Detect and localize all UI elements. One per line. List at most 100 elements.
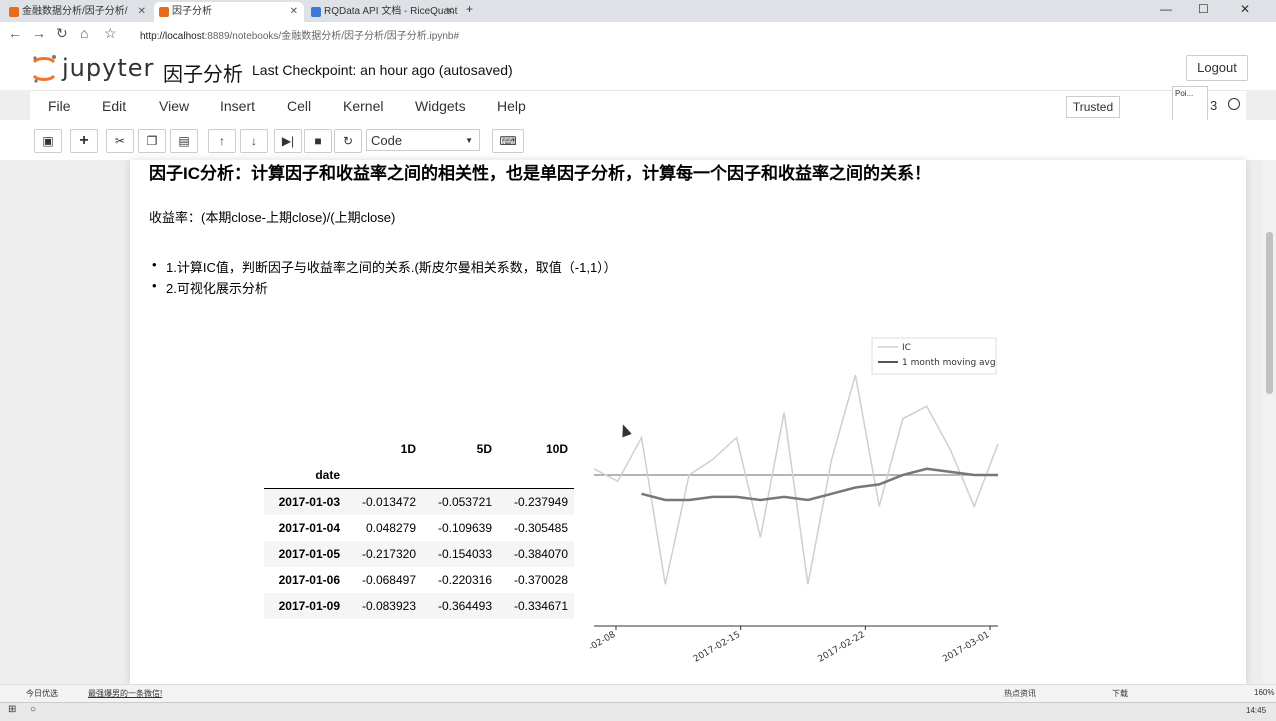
row-date: 2017-01-09: [278, 599, 340, 613]
empty-header: [422, 462, 498, 489]
minimize-button[interactable]: —: [1160, 2, 1172, 16]
cell-10d: -0.384070: [513, 547, 568, 561]
zoom-level[interactable]: 160%: [1254, 688, 1274, 697]
cell-5d: -0.364493: [437, 599, 492, 613]
run-icon[interactable]: ▶|: [274, 129, 302, 153]
windows-start-icon[interactable]: ⊞: [8, 704, 16, 715]
index-name: date: [264, 462, 346, 489]
empty-header: [346, 462, 422, 489]
table-row: 2017-01-09 -0.083923 -0.364493 -0.334671: [264, 593, 574, 619]
move-down-icon[interactable]: ↓: [240, 129, 268, 153]
menu-kernel[interactable]: Kernel: [343, 98, 383, 114]
table-row: 2017-01-06 -0.068497 -0.220316 -0.370028: [264, 567, 574, 593]
trusted-indicator[interactable]: Trusted: [1066, 96, 1120, 118]
cell-10d: -0.237949: [513, 495, 568, 509]
close-icon[interactable]: ✕: [446, 2, 454, 22]
reload-icon[interactable]: ↻: [56, 25, 68, 42]
save-icon[interactable]: ▣: [34, 129, 62, 153]
kernel-popup-label: Poi...: [1175, 89, 1194, 98]
chevron-down-icon: ▼: [465, 136, 473, 145]
menu-help[interactable]: Help: [497, 98, 526, 114]
browser-status-bar: 今日优选 最强爆男的一条微信! 热点资讯 下载 160%: [0, 684, 1276, 703]
cell-heading: 因子IC分析：计算因子和收益率之间的相关性，也是单因子分析，计算每一个因子和收益…: [149, 164, 931, 183]
browser-tab-3[interactable]: RQData API 文档 - RiceQuant ✕: [306, 2, 460, 22]
cell-type-value: Code: [371, 133, 403, 148]
news-link[interactable]: 最强爆男的一条微信!: [88, 688, 162, 699]
close-icon[interactable]: ✕: [290, 2, 298, 22]
download-label[interactable]: 下载: [1112, 688, 1128, 699]
cell-10d: -0.305485: [513, 521, 568, 535]
maximize-button[interactable]: ☐: [1198, 2, 1209, 16]
close-icon[interactable]: ✕: [138, 2, 146, 22]
jupyter-logo-text[interactable]: jupyter: [62, 54, 154, 82]
notebook-name[interactable]: 因子分析: [163, 58, 243, 87]
menu-cell[interactable]: Cell: [287, 98, 311, 114]
url-path: :8889/notebooks/金融数据分析/因子分析/因子分析.ipynb#: [204, 31, 460, 42]
tab-label: 因子分析: [172, 6, 212, 17]
menu-widgets[interactable]: Widgets: [415, 98, 466, 114]
jupyter-logo-icon[interactable]: [30, 54, 58, 84]
x-tick-label: 2017-03-01: [941, 630, 991, 665]
kernel-popup[interactable]: Poi...: [1172, 86, 1208, 122]
legend-label-ic: IC: [902, 343, 911, 353]
column-header: 5D: [476, 442, 492, 456]
browser-tab-bar: 金融数据分析/因子分析/ ✕ 因子分析 ✕ RQData API 文档 - Ri…: [0, 0, 1276, 22]
cell-1d: -0.013472: [361, 495, 416, 509]
legend-label-avg: 1 month moving avg: [902, 358, 996, 368]
cell-5d: -0.053721: [437, 495, 492, 509]
ic-dataframe-table: 1D 5D 10D date 2017-01-03 -0.013472 -0.0…: [264, 436, 574, 619]
menu-file[interactable]: File: [48, 98, 71, 114]
browser-tab-1[interactable]: 金融数据分析/因子分析/ ✕: [4, 2, 152, 22]
tab-label: 金融数据分析/因子分析/: [22, 6, 128, 17]
row-date: 2017-01-05: [278, 547, 340, 561]
row-date: 2017-01-06: [278, 573, 340, 587]
insert-cell-icon[interactable]: +: [70, 129, 98, 153]
cell-5d: -0.154033: [437, 547, 492, 561]
restart-icon[interactable]: ↻: [334, 129, 362, 153]
x-tick-label: 2017-02-22: [817, 630, 867, 665]
search-icon[interactable]: ○: [30, 704, 36, 715]
cut-icon[interactable]: ✂: [106, 129, 134, 153]
series-line-moving-avg: [641, 467, 998, 502]
forward-icon[interactable]: →: [32, 25, 46, 41]
bookmark-star-icon[interactable]: ☆: [104, 25, 117, 42]
browser-tab-2[interactable]: 因子分析 ✕: [154, 2, 304, 22]
ic-line-chart: IC 1 month moving avg 2017-02-08 2017-02-…: [590, 337, 999, 665]
cell-5d: -0.220316: [437, 573, 492, 587]
home-icon[interactable]: ⌂: [80, 25, 88, 41]
column-header: 10D: [545, 442, 568, 456]
table-row: 2017-01-03 -0.013472 -0.053721 -0.237949: [264, 488, 574, 515]
table-row: 2017-01-04 0.048279 -0.109639 -0.305485: [264, 515, 574, 541]
x-tick-label: 2017-02-08: [590, 630, 618, 665]
url-field[interactable]: http://localhost:8889/notebooks/金融数据分析/因…: [140, 27, 459, 42]
copy-icon[interactable]: ❐: [138, 129, 166, 153]
menu-insert[interactable]: Insert: [220, 98, 255, 114]
x-tick-labels: 2017-02-08 2017-02-15 2017-02-22 2017-03-01: [590, 626, 992, 665]
back-icon[interactable]: ←: [8, 25, 22, 41]
keyboard-icon[interactable]: ⌨: [492, 129, 524, 153]
chart-plot-area: [593, 374, 999, 585]
row-date: 2017-01-04: [278, 521, 340, 535]
checkpoint-status: Last Checkpoint: an hour ago (autosaved): [252, 62, 513, 78]
menu-edit[interactable]: Edit: [102, 98, 126, 114]
legend-box: [871, 337, 997, 375]
empty-header: [498, 462, 574, 489]
hot-news[interactable]: 热点资讯: [1004, 688, 1036, 699]
cell-10d: -0.370028: [513, 573, 568, 587]
window-close-button[interactable]: ✕: [1240, 2, 1250, 16]
url-host: http://localhost: [140, 31, 205, 42]
move-up-icon[interactable]: ↑: [208, 129, 236, 153]
status-left[interactable]: 今日优选: [26, 688, 58, 699]
jupyter-favicon-icon: [9, 7, 19, 17]
new-tab-button[interactable]: +: [466, 2, 473, 16]
logout-button[interactable]: Logout: [1186, 55, 1248, 81]
jupyter-favicon-icon: [159, 7, 169, 17]
x-tick-label: 2017-02-15: [692, 630, 742, 665]
paste-icon[interactable]: ▤: [170, 129, 198, 153]
scrollbar-thumb[interactable]: [1266, 232, 1273, 394]
stop-icon[interactable]: ■: [304, 129, 332, 153]
clock: 14:45: [1246, 706, 1267, 715]
cell-type-select[interactable]: Code ▼: [366, 129, 480, 151]
cell-1d: -0.068497: [361, 573, 416, 587]
menu-view[interactable]: View: [159, 98, 189, 114]
